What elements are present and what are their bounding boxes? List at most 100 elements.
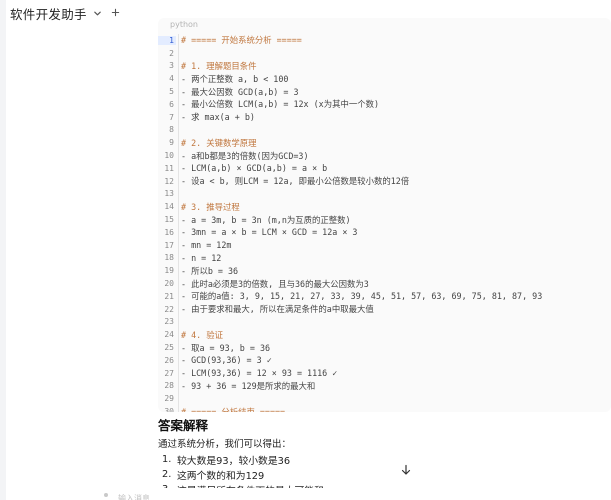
code-line: 29 — [158, 392, 611, 406]
code-line: 20 - 此时a必须是3的倍数, 且与36的最大公因数为3 — [158, 277, 611, 290]
line-number: 20 — [164, 279, 174, 289]
code-text: # 1. 理解题目条件 — [181, 60, 257, 71]
answer-item: 1. 较大数是93，较小数是36 — [162, 452, 324, 467]
plus-icon[interactable] — [111, 6, 120, 20]
scroll-down-icon[interactable] — [399, 463, 413, 477]
code-text: - 最大公因数 GCD(a,b) = 3 — [181, 86, 299, 97]
gutter-separator — [178, 97, 179, 111]
line-number: 18 — [164, 253, 174, 263]
line-number: 19 — [164, 266, 174, 276]
code-line: 18 - n = 12 — [158, 251, 611, 265]
code-line: 26 - GCD(93,36) = 3 ✓ — [158, 353, 611, 367]
code-line: 24 # 4. 验证 — [158, 328, 611, 342]
code-text: - 求 max(a + b) — [181, 112, 255, 123]
code-block: python 1 # ===== 开始系统分析 ===== 2 3 # 1. 理解题目条… — [158, 18, 611, 412]
gutter-separator — [178, 187, 179, 201]
code-text: - 所以b = 36 — [181, 265, 239, 276]
line-number: 10 — [164, 151, 174, 161]
answer-item-number: 1. — [162, 454, 172, 465]
answer-item: 2. 这两个数的和为129 — [162, 467, 324, 482]
gutter-separator — [178, 289, 179, 303]
gutter-separator — [178, 46, 179, 60]
gutter-separator — [178, 353, 179, 367]
line-number: 29 — [164, 394, 174, 404]
answer-item-number: 2. — [162, 469, 172, 480]
code-line: 6 - 最小公倍数 LCM(a,b) = 12x (x为其中一个数) — [158, 97, 611, 111]
line-number: 27 — [164, 368, 174, 378]
gutter-separator — [178, 123, 179, 137]
code-text: - LCM(a,b) × GCD(a,b) = a × b — [181, 163, 328, 174]
code-text: # 4. 验证 — [181, 329, 223, 340]
code-text: - 最小公倍数 LCM(a,b) = 12x (x为其中一个数) — [181, 99, 380, 110]
attachment-dot-icon[interactable] — [104, 493, 108, 497]
code-line: 21 - 可能的a值: 3, 9, 15, 21, 27, 33, 39, 45,… — [158, 289, 611, 303]
code-text: - 3mn = a × b = LCM × GCD = 12a × 3 — [181, 227, 358, 238]
code-text: - 93 + 36 = 129是所求的最大和 — [181, 380, 316, 391]
gutter-separator — [178, 213, 179, 226]
gutter-separator — [178, 136, 179, 150]
gutter-separator — [178, 277, 179, 290]
gutter-separator — [178, 225, 179, 239]
gutter-separator — [178, 302, 179, 316]
code-text: # ===== 开始系统分析 ===== — [181, 35, 302, 46]
gutter-separator — [178, 200, 179, 214]
code-line: 15 - a = 3m, b = 3n (m,n为互质的正整数) — [158, 213, 611, 226]
code-text: - mn = 12m — [181, 240, 232, 251]
gutter-separator — [178, 174, 179, 188]
line-number: 4 — [169, 74, 174, 84]
line-number: 2 — [169, 48, 174, 58]
code-text: - 由于要求和最大, 所以在满足条件的a中取最大值 — [181, 304, 374, 315]
gutter-separator — [178, 85, 179, 98]
gutter-separator — [178, 366, 179, 380]
line-number: 22 — [164, 304, 174, 314]
code-line: 19 - 所以b = 36 — [158, 264, 611, 278]
code-text: # 2. 关键数学原理 — [181, 137, 257, 148]
code-text: - 此时a必须是3的倍数, 且与36的最大公因数为3 — [181, 278, 369, 289]
answer-item-text: 这两个数的和为129 — [177, 470, 265, 482]
code-line: 28 - 93 + 36 = 129是所求的最大和 — [158, 379, 611, 393]
line-number: 15 — [164, 215, 174, 225]
code-text: - 设a < b, 则LCM = 12a, 即最小公倍数是较小数的12倍 — [181, 176, 410, 187]
code-language-label: python — [170, 20, 198, 29]
code-line: 5 - 最大公因数 GCD(a,b) = 3 — [158, 85, 611, 98]
code-line: 9 # 2. 关键数学原理 — [158, 136, 611, 150]
gutter-separator — [178, 149, 179, 162]
gutter-separator — [178, 72, 179, 86]
line-number: 11 — [164, 163, 174, 173]
message-input[interactable] — [118, 493, 418, 500]
code-line: 17 - mn = 12m — [158, 238, 611, 252]
sidebar-edge — [0, 0, 6, 500]
code-line: 1 # ===== 开始系统分析 ===== — [158, 34, 611, 47]
answer-item-text: 较大数是93，较小数是36 — [177, 455, 291, 467]
line-number: 17 — [164, 240, 174, 250]
code-line: 23 — [158, 315, 611, 329]
code-line: 8 — [158, 123, 611, 137]
code-text: - n = 12 — [181, 252, 222, 263]
top-bar: 软件开发助手 — [10, 4, 120, 22]
gutter-separator — [178, 34, 179, 47]
code-line: 2 — [158, 46, 611, 60]
code-line: 22 - 由于要求和最大, 所以在满足条件的a中取最大值 — [158, 302, 611, 316]
line-number: 8 — [169, 125, 174, 135]
line-number: 23 — [164, 317, 174, 327]
gutter-separator — [178, 405, 179, 412]
line-number: 3 — [169, 61, 174, 71]
line-number: 16 — [164, 227, 174, 237]
line-number: 25 — [164, 343, 174, 353]
code-line: 16 - 3mn = a × b = LCM × GCD = 12a × 3 — [158, 225, 611, 239]
code-text: - 可能的a值: 3, 9, 15, 21, 27, 33, 39, 45, 5… — [181, 291, 543, 302]
answer-intro: 通过系统分析，我们可以得出： — [158, 439, 292, 450]
code-line: 7 - 求 max(a + b) — [158, 110, 611, 124]
line-number: 14 — [164, 202, 174, 212]
gutter-separator — [178, 251, 179, 265]
gutter-separator — [178, 161, 179, 175]
code-text: - a和b都是3的倍数(因为GCD=3) — [181, 150, 309, 161]
gutter-separator — [178, 238, 179, 252]
chevron-down-icon[interactable] — [93, 8, 103, 18]
code-line: 14 # 3. 推导过程 — [158, 200, 611, 214]
code-text: - GCD(93,36) = 3 ✓ — [181, 355, 272, 366]
line-number: 9 — [169, 138, 174, 148]
assistant-title[interactable]: 软件开发助手 — [10, 4, 87, 23]
code-line: 30 # ===== 分析结束 ===== — [158, 405, 611, 412]
code-line: 3 # 1. 理解题目条件 — [158, 59, 611, 73]
